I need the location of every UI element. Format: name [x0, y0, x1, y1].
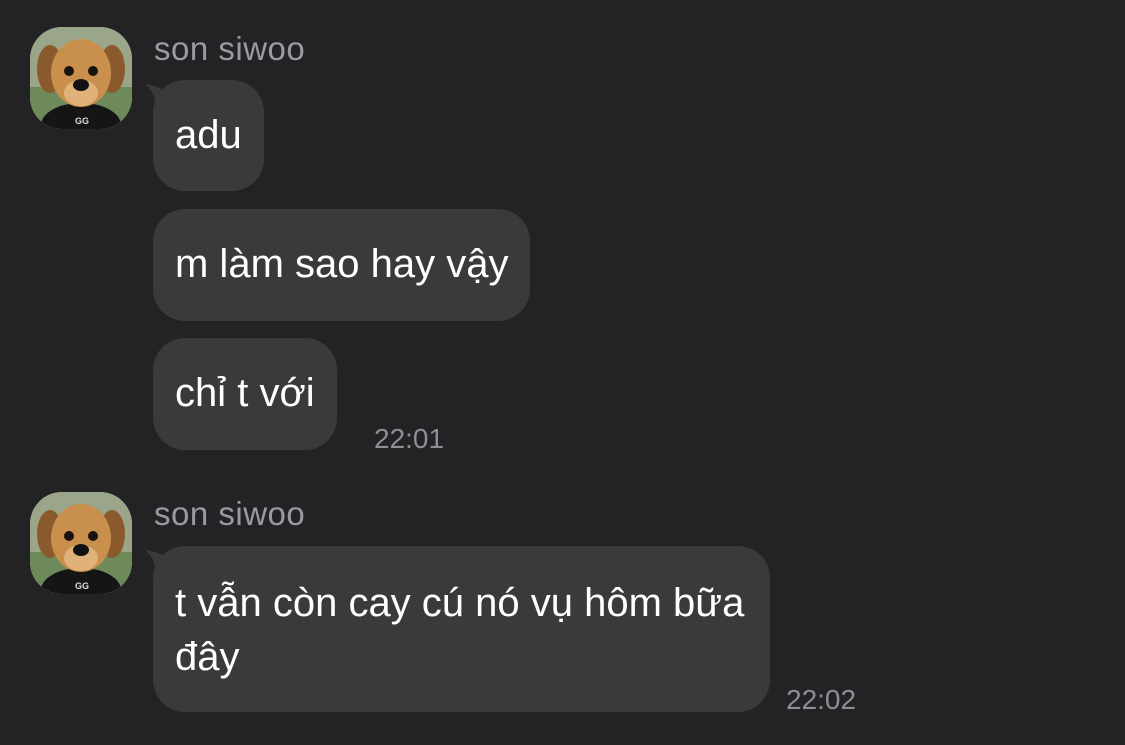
- message-bubble[interactable]: adu: [153, 80, 264, 191]
- avatar[interactable]: GG: [30, 27, 132, 129]
- svg-text:GG: GG: [75, 116, 89, 126]
- chat-thread: GG son siwoo adu m làm sao hay vậy chỉ t…: [0, 0, 1125, 745]
- message-bubble[interactable]: m làm sao hay vậy: [153, 209, 531, 321]
- message-bubble[interactable]: t vẫn còn cay cú nó vụ hôm bữa đây: [153, 546, 770, 712]
- puppy-avatar-icon: GG: [30, 492, 132, 594]
- sender-name: son siwoo: [154, 30, 306, 67]
- avatar[interactable]: GG: [30, 492, 132, 594]
- message-timestamp: 22:02: [786, 684, 857, 715]
- svg-text:GG: GG: [75, 581, 89, 591]
- message-timestamp: 22:01: [374, 423, 445, 454]
- puppy-avatar-icon: GG: [30, 27, 132, 129]
- sender-name: son siwoo: [154, 495, 306, 532]
- message-bubble[interactable]: chỉ t với: [153, 338, 337, 450]
